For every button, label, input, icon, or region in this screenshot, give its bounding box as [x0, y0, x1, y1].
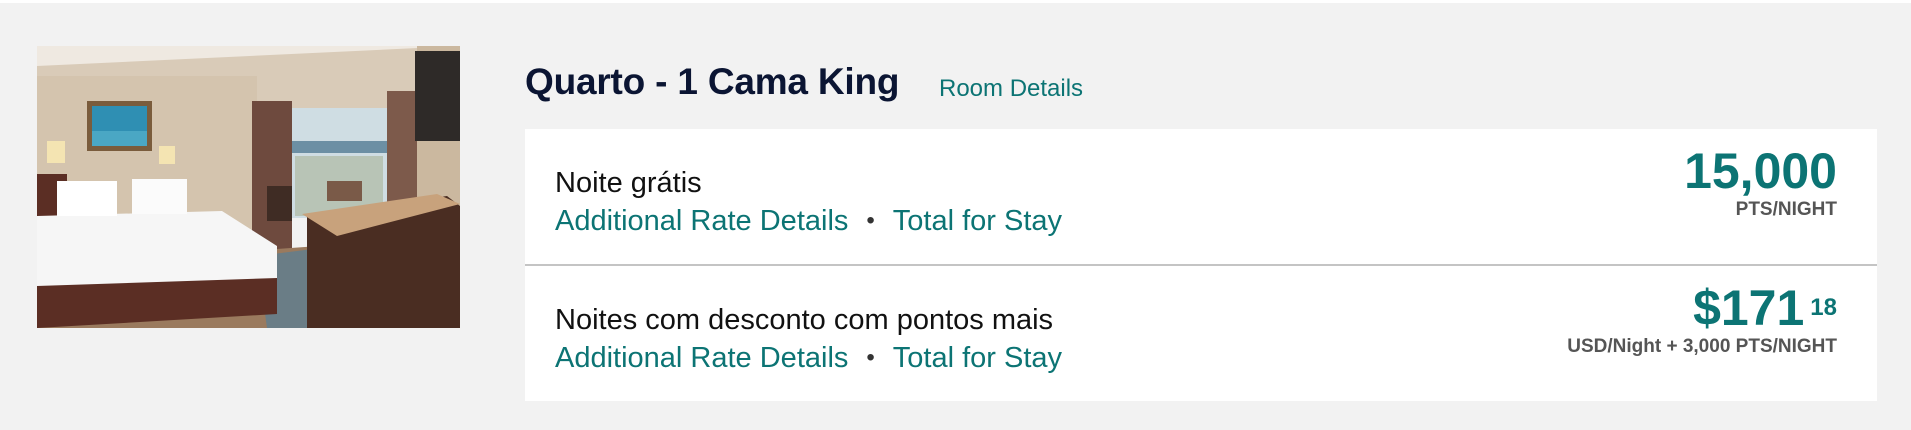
rate-name: Noites com desconto com pontos mais [555, 304, 1054, 336]
additional-rate-details-link[interactable]: Additional Rate Details [555, 342, 848, 374]
total-for-stay-link[interactable]: Total for Stay [893, 342, 1062, 374]
room-photo[interactable] [37, 46, 460, 328]
price-block[interactable]: 15,000 PTS/NIGHT [1684, 145, 1837, 221]
price-unit: PTS/NIGHT [1735, 199, 1837, 220]
bullet-separator: • [866, 344, 875, 371]
total-for-stay-link[interactable]: Total for Stay [893, 205, 1062, 237]
price-amount: $171 18 [1567, 282, 1837, 334]
rate-links: Additional Rate Details • Total for Stay [555, 342, 1062, 375]
room-rate-panel: Quarto - 1 Cama King Room Details Noite … [0, 3, 1911, 430]
rate-links: Additional Rate Details • Total for Stay [555, 205, 1062, 238]
price-main: 15,000 [1684, 143, 1837, 199]
rate-option-points-plus-cash[interactable]: Noites com desconto com pontos mais Addi… [525, 266, 1877, 401]
room-details-link[interactable]: Room Details [939, 75, 1083, 103]
price-amount: 15,000 [1684, 145, 1837, 197]
price-main: $171 [1693, 280, 1805, 336]
price-unit: USD/Night + 3,000 PTS/NIGHT [1567, 336, 1837, 357]
price-cents: 18 [1810, 294, 1837, 321]
price-block[interactable]: $171 18 USD/Night + 3,000 PTS/NIGHT [1567, 282, 1837, 358]
rate-list: Noite grátis Additional Rate Details • Tot… [525, 129, 1877, 401]
rate-option-free-night[interactable]: Noite grátis Additional Rate Details • Tot… [525, 129, 1877, 264]
bullet-separator: • [866, 207, 875, 234]
additional-rate-details-link[interactable]: Additional Rate Details [555, 205, 848, 237]
room-title: Quarto - 1 Cama King [525, 61, 900, 102]
room-photo-image [37, 46, 460, 328]
rate-name: Noite grátis [555, 167, 702, 199]
